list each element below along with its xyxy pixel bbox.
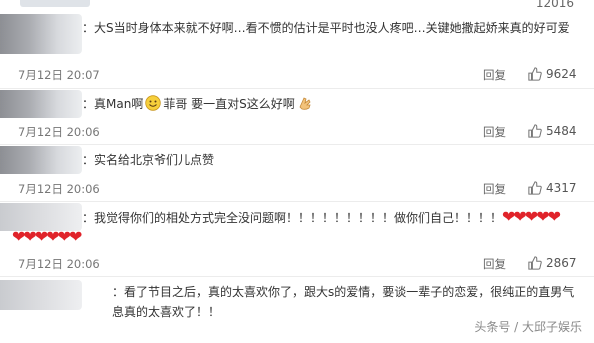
divider: [0, 144, 594, 145]
heart-emojis: ❤❤❤❤❤: [502, 207, 561, 226]
reply-button[interactable]: 回复: [483, 181, 506, 197]
comment-date: 7月12日 20:06: [18, 125, 100, 139]
thumbs-up-icon: [528, 124, 542, 138]
like-count: 4317: [546, 181, 577, 195]
previous-comment-strip: 12016: [0, 0, 594, 10]
avatar[interactable]: [0, 280, 82, 310]
avatar[interactable]: [0, 14, 82, 54]
comment-text-continued: ❤❤❤❤❤❤: [12, 227, 580, 248]
clap-emoji-icon: [299, 97, 311, 110]
comment-text: ：大S当时身体本来就不好啊…看不惯的估计是平时也没人疼吧…关键她撒起娇来真的好可…: [82, 21, 570, 35]
divider: [0, 201, 594, 202]
like-count: 5484: [546, 124, 577, 138]
thumbs-up-icon: [528, 181, 542, 195]
like-button[interactable]: 2867: [528, 256, 577, 270]
comment-text-part: ：真Man啊: [82, 97, 144, 111]
comment-text: ：看了节目之后，真的太喜欢你了，跟大s的爱情，要谈一辈子的恋爱，很纯正的直男气息…: [112, 285, 575, 319]
reply-button[interactable]: 回复: [483, 124, 506, 140]
smile-emoji-icon: [145, 95, 162, 111]
comment-text: ：真Man啊 菲哥 要一直对S这么好啊: [82, 94, 580, 114]
like-count: 9624: [546, 67, 577, 81]
comment-text: ：我觉得你们的相处方式完全没问题啊！！！！！！！！！做你们自己！！！！❤❤❤❤❤: [82, 207, 580, 228]
heart-emojis: ❤❤❤❤❤❤: [12, 227, 82, 246]
like-button[interactable]: 5484: [528, 124, 577, 138]
avatar[interactable]: [0, 90, 82, 118]
comment-text-part: ：我觉得你们的相处方式完全没问题啊！！！！！！！！！做你们自己！！！！: [82, 211, 503, 225]
like-count: 12016: [535, 0, 574, 10]
comment-date: 7月12日 20:06: [18, 182, 100, 196]
comment-text: ：实名给北京爷们儿点赞: [82, 153, 215, 167]
comment-text-part: 菲哥 要一直对S这么好啊: [163, 97, 295, 111]
thumbs-up-icon: [528, 67, 542, 81]
like-button[interactable]: 4317: [528, 181, 577, 195]
reply-button[interactable]: 回复: [483, 67, 506, 83]
avatar[interactable]: [0, 146, 82, 174]
blurred-date: [20, 0, 90, 7]
thumbs-up-icon: [528, 256, 542, 270]
divider: [0, 88, 594, 89]
watermark: 头条号 / 大邱子娱乐: [474, 320, 582, 334]
comment-date: 7月12日 20:07: [18, 68, 100, 82]
like-button[interactable]: 9624: [528, 67, 577, 81]
divider: [0, 276, 594, 277]
like-count: 2867: [546, 256, 577, 270]
reply-button[interactable]: 回复: [483, 256, 506, 272]
comment-date: 7月12日 20:06: [18, 257, 100, 271]
